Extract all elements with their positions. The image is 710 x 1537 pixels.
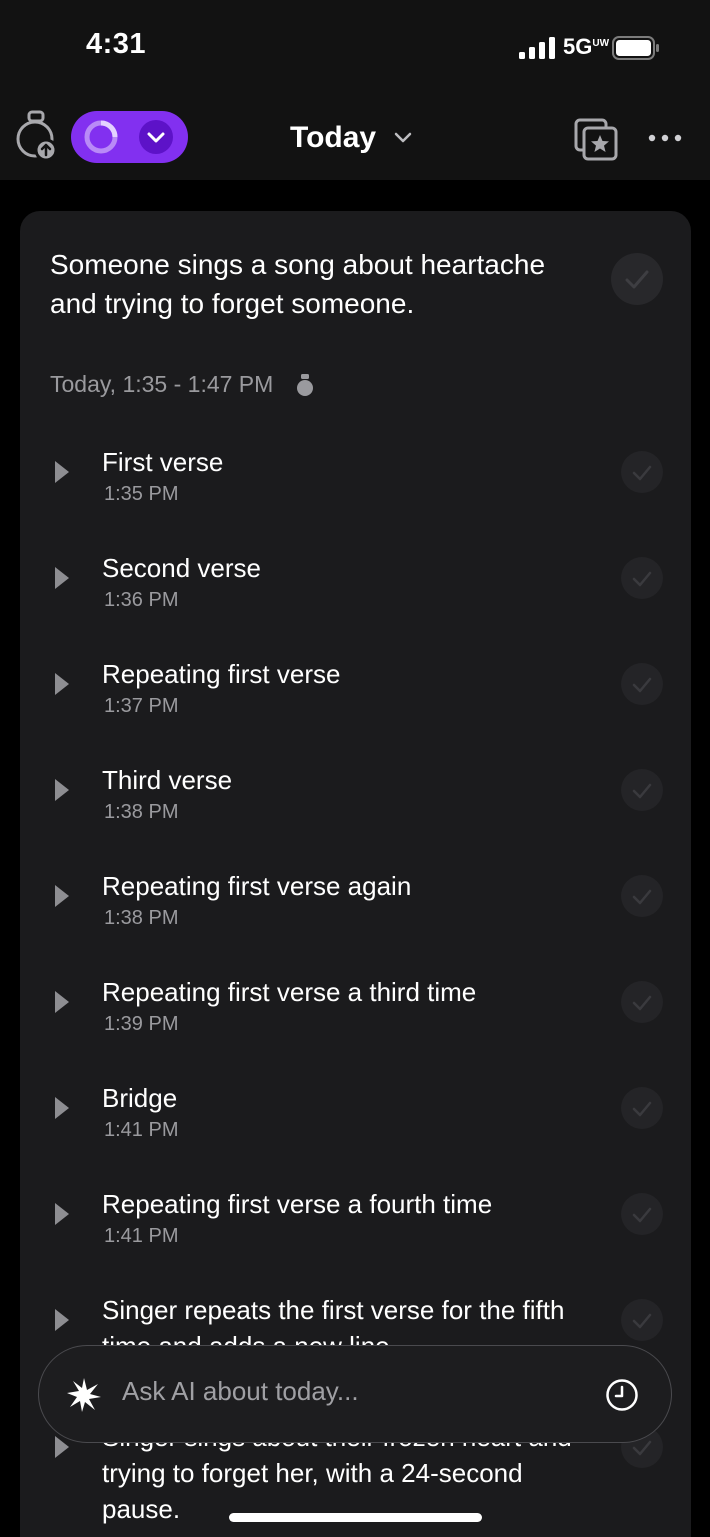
device-upload-icon[interactable] <box>14 110 60 164</box>
list-item[interactable]: Bridge 1:41 PM <box>20 1080 691 1180</box>
check-icon[interactable] <box>621 875 663 917</box>
expand-caret-icon[interactable] <box>52 777 72 803</box>
check-icon[interactable] <box>611 253 663 305</box>
list-item[interactable]: Repeating first verse a third time 1:39 P… <box>20 974 691 1074</box>
history-clock-icon[interactable] <box>605 1378 639 1412</box>
ask-ai-input[interactable]: Ask AI about today... <box>38 1345 672 1443</box>
list-item-time: 1:38 PM <box>104 801 179 823</box>
ask-ai-placeholder: Ask AI about today... <box>122 1376 359 1406</box>
summary-meta: Today, 1:35 - 1:47 PM <box>50 371 315 398</box>
expand-caret-icon[interactable] <box>52 459 72 485</box>
list-item-time: 1:41 PM <box>104 1119 179 1141</box>
list-item-time: 1:37 PM <box>104 695 179 717</box>
list-item[interactable]: First verse 1:35 PM <box>20 444 691 544</box>
signal-icon <box>519 37 555 59</box>
list-item-label: First verse <box>102 447 224 477</box>
battery-icon <box>612 36 659 60</box>
list-item-label: Second verse <box>102 553 261 583</box>
list-item-time: 1:39 PM <box>104 1013 179 1035</box>
list-item[interactable]: Repeating first verse 1:37 PM <box>20 656 691 756</box>
list-item-label: Third verse <box>102 765 233 795</box>
more-icon[interactable] <box>645 124 685 152</box>
list-item[interactable]: Repeating first verse again 1:38 PM <box>20 868 691 968</box>
date-selector[interactable]: Today <box>290 118 414 158</box>
list-item-label: Repeating first verse <box>102 659 341 689</box>
check-icon[interactable] <box>621 557 663 599</box>
summary-text: Someone sings a song about heartache and… <box>50 249 546 319</box>
sync-toggle-pill[interactable] <box>71 111 188 163</box>
status-time: 4:31 <box>86 28 147 60</box>
list-item-time: 1:41 PM <box>104 1225 179 1247</box>
list-item-time: 1:35 PM <box>104 483 179 505</box>
expand-caret-icon[interactable] <box>52 1095 72 1121</box>
expand-caret-icon[interactable] <box>52 671 72 697</box>
expand-caret-icon[interactable] <box>52 1307 72 1333</box>
app-header: Today <box>0 96 710 180</box>
pill-chevron-button[interactable] <box>139 120 173 154</box>
check-icon[interactable] <box>621 663 663 705</box>
starred-collection-icon[interactable] <box>572 116 620 162</box>
check-icon[interactable] <box>621 1299 663 1341</box>
home-indicator <box>229 1513 482 1522</box>
expand-caret-icon[interactable] <box>52 883 72 909</box>
expand-caret-icon[interactable] <box>52 1201 72 1227</box>
check-icon[interactable] <box>621 1087 663 1129</box>
summary-time-range: Today, 1:35 - 1:47 PM <box>50 371 274 397</box>
list-item-label: Bridge <box>102 1083 178 1113</box>
expand-caret-icon[interactable] <box>52 565 72 591</box>
list-item-label: Repeating first verse again <box>102 871 412 901</box>
sparkle-icon <box>67 1378 101 1412</box>
list-item[interactable]: Repeating first verse a fourth time 1:41 … <box>20 1186 691 1286</box>
list-item-label: Repeating first verse a fourth time <box>102 1189 493 1219</box>
list-item-time: 1:38 PM <box>104 907 179 929</box>
network-indicator: 5GUW <box>563 34 610 59</box>
sync-ring-icon <box>84 120 118 154</box>
page-title: Today <box>290 121 377 154</box>
list-item[interactable]: Third verse 1:38 PM <box>20 762 691 862</box>
check-icon[interactable] <box>621 981 663 1023</box>
expand-caret-icon[interactable] <box>52 989 72 1015</box>
chevron-down-icon <box>147 132 165 143</box>
list-item-time: 1:36 PM <box>104 589 179 611</box>
check-icon[interactable] <box>621 769 663 811</box>
device-icon <box>297 373 314 396</box>
chevron-down-icon <box>394 132 412 143</box>
day-summary-card: Someone sings a song about heartache and… <box>20 211 691 1537</box>
check-icon[interactable] <box>621 1193 663 1235</box>
check-icon[interactable] <box>621 451 663 493</box>
list-item[interactable]: Second verse 1:36 PM <box>20 550 691 650</box>
status-bar: 4:31 5GUW <box>0 0 710 96</box>
list-item-label: Repeating first verse a third time <box>102 977 477 1007</box>
